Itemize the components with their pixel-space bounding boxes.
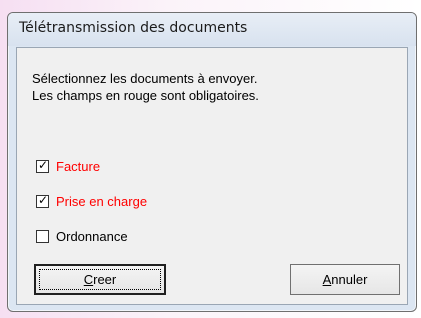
window-title: Télétransmission des documents bbox=[19, 20, 248, 36]
checkbox-label-ordonnance[interactable]: Ordonnance bbox=[56, 229, 128, 244]
checkbox-box[interactable]: ✓ bbox=[36, 157, 49, 173]
instruction-text-line-2: Les champs en rouge sont obligatoires. bbox=[32, 88, 259, 103]
checkbox-facture[interactable]: ✓ Facture bbox=[36, 158, 100, 174]
checkbox-box[interactable]: ✓ bbox=[36, 192, 49, 208]
cancel-button-label: Annuler bbox=[322, 272, 368, 287]
checkmark-icon: ✓ bbox=[38, 192, 49, 207]
focus-rectangle bbox=[39, 269, 161, 290]
checkbox-label-facture[interactable]: Facture bbox=[56, 159, 100, 174]
create-button[interactable]: Creer bbox=[34, 264, 166, 295]
checkbox-box[interactable] bbox=[36, 229, 49, 243]
dialog-content: Sélectionnez les documents à envoyer. Le… bbox=[16, 47, 408, 305]
checkmark-icon: ✓ bbox=[38, 157, 49, 172]
desktop-background: Télétransmission des documents Sélection… bbox=[0, 0, 421, 318]
instruction-text-line-1: Sélectionnez les documents à envoyer. bbox=[32, 71, 258, 86]
checkbox-ordonnance[interactable]: Ordonnance bbox=[36, 228, 128, 244]
checkbox-prise-en-charge[interactable]: ✓ Prise en charge bbox=[36, 193, 147, 209]
cancel-button[interactable]: Annuler bbox=[290, 264, 400, 295]
checkbox-label-prise-en-charge[interactable]: Prise en charge bbox=[56, 194, 147, 209]
dialog-window: Télétransmission des documents Sélection… bbox=[7, 12, 417, 312]
title-bar[interactable]: Télétransmission des documents bbox=[8, 13, 416, 46]
